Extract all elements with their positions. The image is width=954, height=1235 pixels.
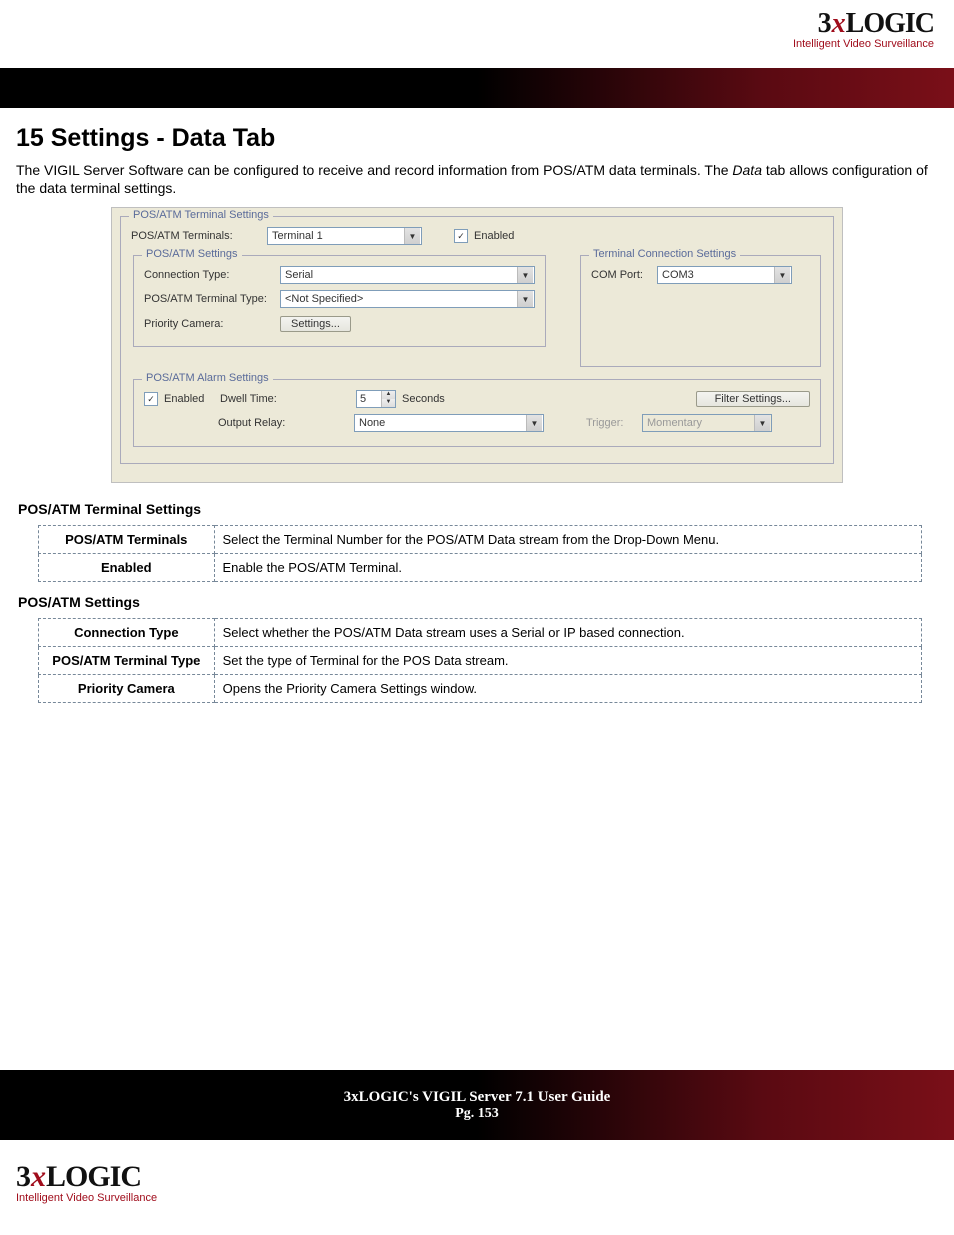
dwell-time-spinner[interactable]: 5 ▲▼: [356, 390, 396, 408]
logo-tagline: Intelligent Video Surveillance: [793, 38, 934, 50]
chevron-down-icon: ▼: [517, 267, 533, 283]
chevron-down-icon: ▼: [774, 267, 790, 283]
terminal-type-label: POS/ATM Terminal Type:: [144, 293, 274, 305]
output-relay-dropdown[interactable]: None ▼: [354, 414, 544, 432]
footer-page: Pg. 153: [0, 1106, 954, 1122]
com-port-label: COM Port:: [591, 269, 651, 281]
settings-dialog-screenshot: POS/ATM Terminal Settings POS/ATM Termin…: [111, 207, 843, 483]
trigger-dropdown: Momentary ▼: [642, 414, 772, 432]
filter-settings-button[interactable]: Filter Settings...: [696, 391, 810, 407]
section-title-terminal: POS/ATM Terminal Settings: [18, 501, 938, 517]
priority-camera-settings-button[interactable]: Settings...: [280, 316, 351, 332]
chevron-down-icon: ▼: [517, 291, 533, 307]
logo-x: x: [831, 8, 846, 39]
table-row: POS/ATM Terminal Type Set the type of Te…: [39, 647, 922, 675]
com-port-dropdown[interactable]: COM3 ▼: [657, 266, 792, 284]
logo-prefix: 3: [818, 8, 831, 39]
table-row: Enabled Enable the POS/ATM Terminal.: [39, 554, 922, 582]
table-terminal-settings: POS/ATM Terminals Select the Terminal Nu…: [38, 525, 922, 582]
group-terminal-settings: POS/ATM Terminal Settings POS/ATM Termin…: [120, 216, 834, 464]
enabled-checkbox[interactable]: ✓: [454, 229, 468, 243]
footer-bar: 3xLOGIC's VIGIL Server 7.1 User Guide Pg…: [0, 1070, 954, 1140]
spinner-down-icon[interactable]: ▼: [381, 399, 395, 407]
output-relay-label: Output Relay:: [218, 417, 348, 429]
terminals-label: POS/ATM Terminals:: [131, 230, 261, 242]
intro-paragraph: The VIGIL Server Software can be configu…: [16, 161, 938, 197]
connection-type-label: Connection Type:: [144, 269, 274, 281]
page-title: 15 Settings - Data Tab: [16, 124, 938, 153]
chevron-down-icon: ▼: [404, 228, 420, 244]
group-alarm-settings: POS/ATM Alarm Settings ✓ Enabled Dwell T…: [133, 379, 821, 447]
chevron-down-icon: ▼: [526, 415, 542, 431]
table-row: Connection Type Select whether the POS/A…: [39, 619, 922, 647]
trigger-label: Trigger:: [586, 417, 636, 429]
spinner-up-icon[interactable]: ▲: [381, 391, 395, 399]
table-row: Priority Camera Opens the Priority Camer…: [39, 675, 922, 703]
terminal-type-dropdown[interactable]: <Not Specified> ▼: [280, 290, 535, 308]
table-row: POS/ATM Terminals Select the Terminal Nu…: [39, 526, 922, 554]
alarm-enabled-label: Enabled: [164, 393, 214, 405]
group-connection-settings: Terminal Connection Settings COM Port: C…: [580, 255, 821, 367]
dwell-time-label: Dwell Time:: [220, 393, 350, 405]
brand-logo-top: 3xLOGIC Intelligent Video Surveillance: [793, 8, 934, 50]
section-title-settings: POS/ATM Settings: [18, 594, 938, 610]
connection-type-dropdown[interactable]: Serial ▼: [280, 266, 535, 284]
terminals-dropdown[interactable]: Terminal 1 ▼: [267, 227, 422, 245]
brand-logo-bottom: 3xLOGIC Intelligent Video Surveillance: [16, 1160, 157, 1204]
chevron-down-icon: ▼: [754, 415, 770, 431]
priority-camera-label: Priority Camera:: [144, 318, 274, 330]
logo-suffix: LOGIC: [846, 8, 934, 39]
enabled-label: Enabled: [474, 230, 514, 242]
header-bar: [0, 68, 954, 108]
group-pos-settings: POS/ATM Settings Connection Type: Serial…: [133, 255, 546, 347]
alarm-enabled-checkbox[interactable]: ✓: [144, 392, 158, 406]
table-pos-settings: Connection Type Select whether the POS/A…: [38, 618, 922, 703]
footer-title: 3xLOGIC's VIGIL Server 7.1 User Guide: [0, 1089, 954, 1106]
seconds-label: Seconds: [402, 393, 445, 405]
